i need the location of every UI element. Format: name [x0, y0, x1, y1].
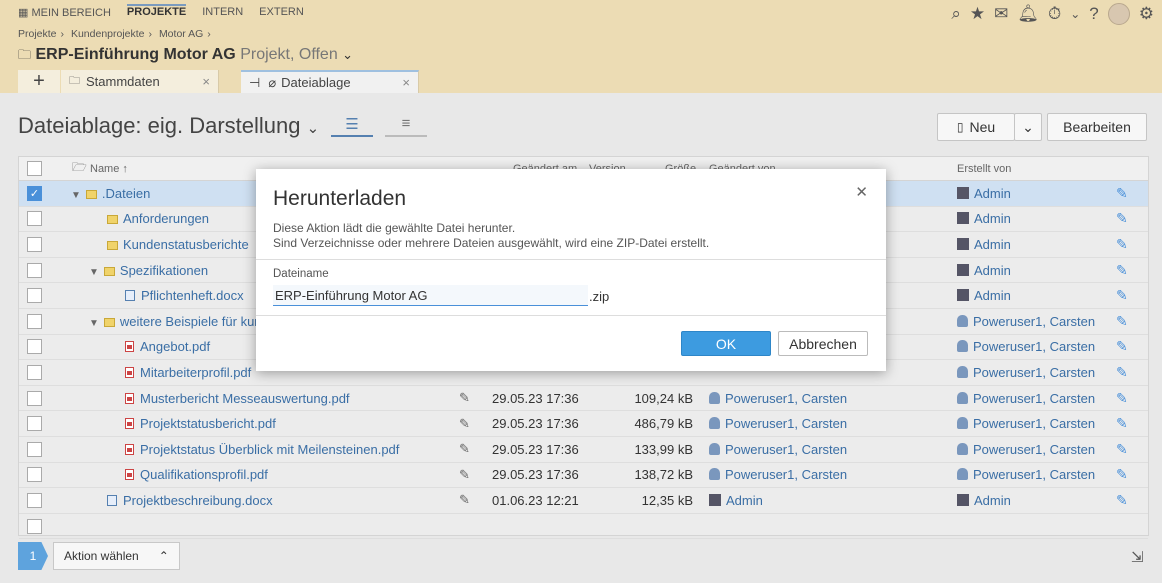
- dialog-description-line: Sind Verzeichnisse oder mehrere Dateien …: [273, 236, 710, 250]
- divider: [256, 259, 886, 260]
- divider: [256, 315, 886, 316]
- filename-extension: .zip: [589, 289, 610, 304]
- dialog-description: Diese Aktion lädt die gewählte Datei her…: [273, 221, 709, 251]
- filename-input[interactable]: [273, 285, 588, 306]
- modal-overlay: Herunterladen ✕ Diese Aktion lädt die ge…: [0, 0, 1162, 583]
- close-icon[interactable]: ✕: [855, 183, 868, 201]
- cancel-button[interactable]: Abbrechen: [778, 331, 868, 356]
- dialog-description-line: Diese Aktion lädt die gewählte Datei her…: [273, 221, 516, 235]
- ok-button[interactable]: OK: [681, 331, 771, 356]
- download-dialog: Herunterladen ✕ Diese Aktion lädt die ge…: [256, 169, 886, 371]
- filename-label: Dateiname: [273, 268, 329, 280]
- dialog-title: Herunterladen: [273, 187, 407, 210]
